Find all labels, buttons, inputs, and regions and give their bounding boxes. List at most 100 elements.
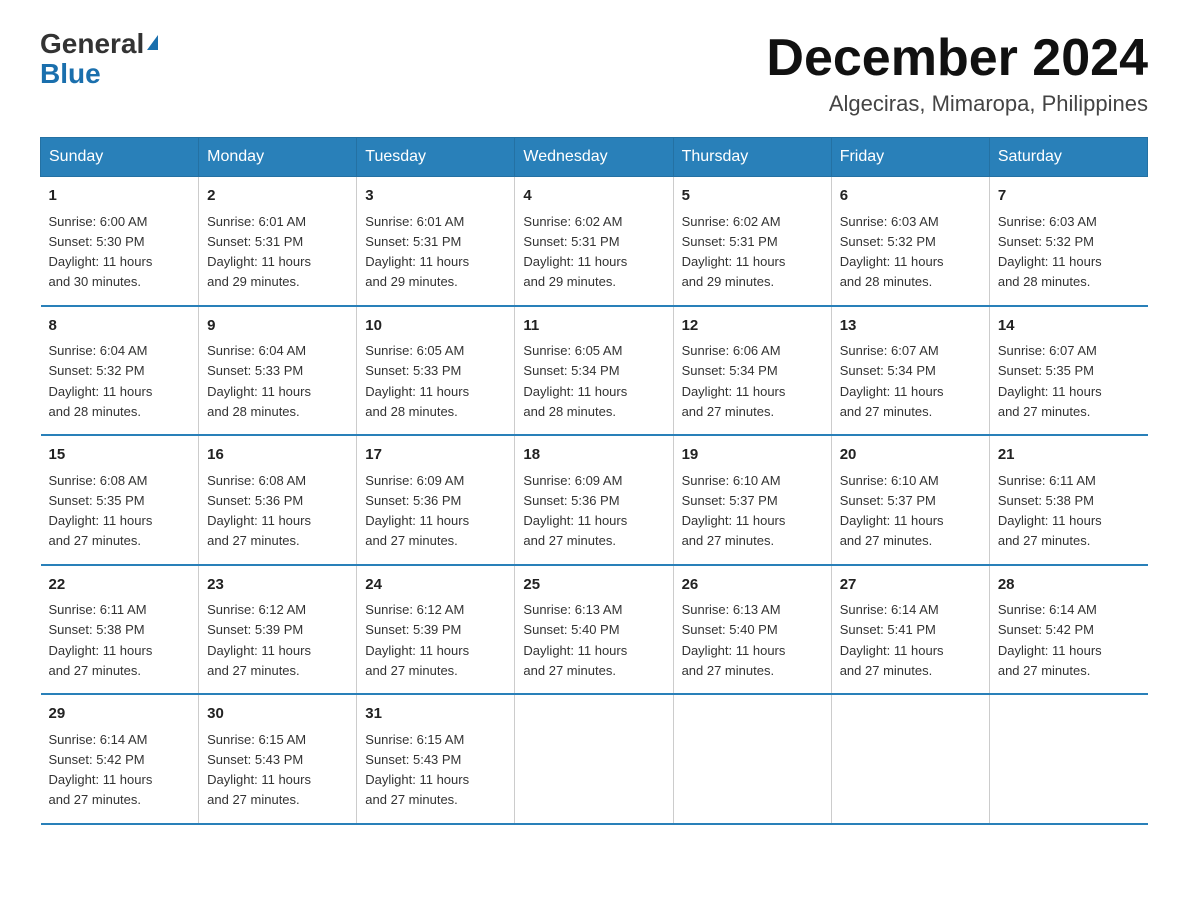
calendar-cell [831, 694, 989, 824]
day-info: Sunrise: 6:05 AMSunset: 5:34 PMDaylight:… [523, 343, 627, 419]
calendar-cell: 13 Sunrise: 6:07 AMSunset: 5:34 PMDaylig… [831, 306, 989, 436]
day-number: 18 [523, 444, 664, 467]
calendar-cell: 7 Sunrise: 6:03 AMSunset: 5:32 PMDayligh… [989, 177, 1147, 306]
day-number: 13 [840, 315, 981, 338]
header-friday: Friday [831, 138, 989, 177]
header-tuesday: Tuesday [357, 138, 515, 177]
calendar-cell: 12 Sunrise: 6:06 AMSunset: 5:34 PMDaylig… [673, 306, 831, 436]
calendar-cell: 23 Sunrise: 6:12 AMSunset: 5:39 PMDaylig… [199, 565, 357, 695]
header-monday: Monday [199, 138, 357, 177]
day-info: Sunrise: 6:09 AMSunset: 5:36 PMDaylight:… [523, 473, 627, 549]
day-number: 10 [365, 315, 506, 338]
day-number: 21 [998, 444, 1140, 467]
day-info: Sunrise: 6:10 AMSunset: 5:37 PMDaylight:… [840, 473, 944, 549]
day-info: Sunrise: 6:01 AMSunset: 5:31 PMDaylight:… [365, 214, 469, 290]
day-number: 9 [207, 315, 348, 338]
calendar-cell: 15 Sunrise: 6:08 AMSunset: 5:35 PMDaylig… [41, 435, 199, 565]
day-number: 6 [840, 185, 981, 208]
day-number: 31 [365, 703, 506, 726]
calendar-cell: 2 Sunrise: 6:01 AMSunset: 5:31 PMDayligh… [199, 177, 357, 306]
day-info: Sunrise: 6:14 AMSunset: 5:41 PMDaylight:… [840, 602, 944, 678]
day-number: 29 [49, 703, 191, 726]
day-number: 11 [523, 315, 664, 338]
calendar-cell: 3 Sunrise: 6:01 AMSunset: 5:31 PMDayligh… [357, 177, 515, 306]
calendar-cell: 18 Sunrise: 6:09 AMSunset: 5:36 PMDaylig… [515, 435, 673, 565]
day-number: 14 [998, 315, 1140, 338]
day-info: Sunrise: 6:08 AMSunset: 5:35 PMDaylight:… [49, 473, 153, 549]
calendar-cell: 25 Sunrise: 6:13 AMSunset: 5:40 PMDaylig… [515, 565, 673, 695]
calendar-cell: 6 Sunrise: 6:03 AMSunset: 5:32 PMDayligh… [831, 177, 989, 306]
day-number: 15 [49, 444, 191, 467]
page-header: General Blue December 2024 Algeciras, Mi… [40, 30, 1148, 117]
day-info: Sunrise: 6:15 AMSunset: 5:43 PMDaylight:… [365, 732, 469, 808]
calendar-cell: 28 Sunrise: 6:14 AMSunset: 5:42 PMDaylig… [989, 565, 1147, 695]
calendar-cell: 17 Sunrise: 6:09 AMSunset: 5:36 PMDaylig… [357, 435, 515, 565]
day-info: Sunrise: 6:05 AMSunset: 5:33 PMDaylight:… [365, 343, 469, 419]
location-subtitle: Algeciras, Mimaropa, Philippines [766, 91, 1148, 117]
day-number: 2 [207, 185, 348, 208]
calendar-table: SundayMondayTuesdayWednesdayThursdayFrid… [40, 137, 1148, 825]
calendar-cell: 24 Sunrise: 6:12 AMSunset: 5:39 PMDaylig… [357, 565, 515, 695]
day-info: Sunrise: 6:04 AMSunset: 5:33 PMDaylight:… [207, 343, 311, 419]
day-number: 23 [207, 574, 348, 597]
logo-general: General [40, 30, 144, 58]
day-number: 27 [840, 574, 981, 597]
calendar-cell: 21 Sunrise: 6:11 AMSunset: 5:38 PMDaylig… [989, 435, 1147, 565]
calendar-cell [673, 694, 831, 824]
calendar-cell: 10 Sunrise: 6:05 AMSunset: 5:33 PMDaylig… [357, 306, 515, 436]
calendar-cell: 8 Sunrise: 6:04 AMSunset: 5:32 PMDayligh… [41, 306, 199, 436]
calendar-cell: 16 Sunrise: 6:08 AMSunset: 5:36 PMDaylig… [199, 435, 357, 565]
calendar-cell: 22 Sunrise: 6:11 AMSunset: 5:38 PMDaylig… [41, 565, 199, 695]
day-number: 20 [840, 444, 981, 467]
calendar-week-row: 8 Sunrise: 6:04 AMSunset: 5:32 PMDayligh… [41, 306, 1148, 436]
calendar-cell: 27 Sunrise: 6:14 AMSunset: 5:41 PMDaylig… [831, 565, 989, 695]
day-number: 24 [365, 574, 506, 597]
title-section: December 2024 Algeciras, Mimaropa, Phili… [766, 30, 1148, 117]
day-info: Sunrise: 6:08 AMSunset: 5:36 PMDaylight:… [207, 473, 311, 549]
day-number: 30 [207, 703, 348, 726]
day-number: 8 [49, 315, 191, 338]
day-number: 5 [682, 185, 823, 208]
month-title: December 2024 [766, 30, 1148, 87]
calendar-cell: 1 Sunrise: 6:00 AMSunset: 5:30 PMDayligh… [41, 177, 199, 306]
day-info: Sunrise: 6:14 AMSunset: 5:42 PMDaylight:… [998, 602, 1102, 678]
calendar-cell: 19 Sunrise: 6:10 AMSunset: 5:37 PMDaylig… [673, 435, 831, 565]
logo: General Blue [40, 30, 158, 90]
day-info: Sunrise: 6:02 AMSunset: 5:31 PMDaylight:… [682, 214, 786, 290]
day-number: 22 [49, 574, 191, 597]
day-info: Sunrise: 6:02 AMSunset: 5:31 PMDaylight:… [523, 214, 627, 290]
day-number: 7 [998, 185, 1140, 208]
day-info: Sunrise: 6:12 AMSunset: 5:39 PMDaylight:… [207, 602, 311, 678]
calendar-cell [989, 694, 1147, 824]
day-info: Sunrise: 6:12 AMSunset: 5:39 PMDaylight:… [365, 602, 469, 678]
day-info: Sunrise: 6:11 AMSunset: 5:38 PMDaylight:… [998, 473, 1102, 549]
header-thursday: Thursday [673, 138, 831, 177]
day-number: 25 [523, 574, 664, 597]
day-info: Sunrise: 6:14 AMSunset: 5:42 PMDaylight:… [49, 732, 153, 808]
day-number: 19 [682, 444, 823, 467]
calendar-cell [515, 694, 673, 824]
day-info: Sunrise: 6:13 AMSunset: 5:40 PMDaylight:… [523, 602, 627, 678]
day-number: 17 [365, 444, 506, 467]
day-info: Sunrise: 6:04 AMSunset: 5:32 PMDaylight:… [49, 343, 153, 419]
day-number: 4 [523, 185, 664, 208]
calendar-cell: 26 Sunrise: 6:13 AMSunset: 5:40 PMDaylig… [673, 565, 831, 695]
calendar-cell: 31 Sunrise: 6:15 AMSunset: 5:43 PMDaylig… [357, 694, 515, 824]
day-info: Sunrise: 6:10 AMSunset: 5:37 PMDaylight:… [682, 473, 786, 549]
header-sunday: Sunday [41, 138, 199, 177]
day-info: Sunrise: 6:11 AMSunset: 5:38 PMDaylight:… [49, 602, 153, 678]
calendar-week-row: 1 Sunrise: 6:00 AMSunset: 5:30 PMDayligh… [41, 177, 1148, 306]
day-info: Sunrise: 6:15 AMSunset: 5:43 PMDaylight:… [207, 732, 311, 808]
day-info: Sunrise: 6:07 AMSunset: 5:35 PMDaylight:… [998, 343, 1102, 419]
calendar-week-row: 22 Sunrise: 6:11 AMSunset: 5:38 PMDaylig… [41, 565, 1148, 695]
calendar-cell: 29 Sunrise: 6:14 AMSunset: 5:42 PMDaylig… [41, 694, 199, 824]
day-info: Sunrise: 6:00 AMSunset: 5:30 PMDaylight:… [49, 214, 153, 290]
day-number: 26 [682, 574, 823, 597]
day-info: Sunrise: 6:09 AMSunset: 5:36 PMDaylight:… [365, 473, 469, 549]
calendar-header-row: SundayMondayTuesdayWednesdayThursdayFrid… [41, 138, 1148, 177]
day-info: Sunrise: 6:13 AMSunset: 5:40 PMDaylight:… [682, 602, 786, 678]
day-number: 1 [49, 185, 191, 208]
day-info: Sunrise: 6:07 AMSunset: 5:34 PMDaylight:… [840, 343, 944, 419]
day-number: 28 [998, 574, 1140, 597]
day-number: 16 [207, 444, 348, 467]
